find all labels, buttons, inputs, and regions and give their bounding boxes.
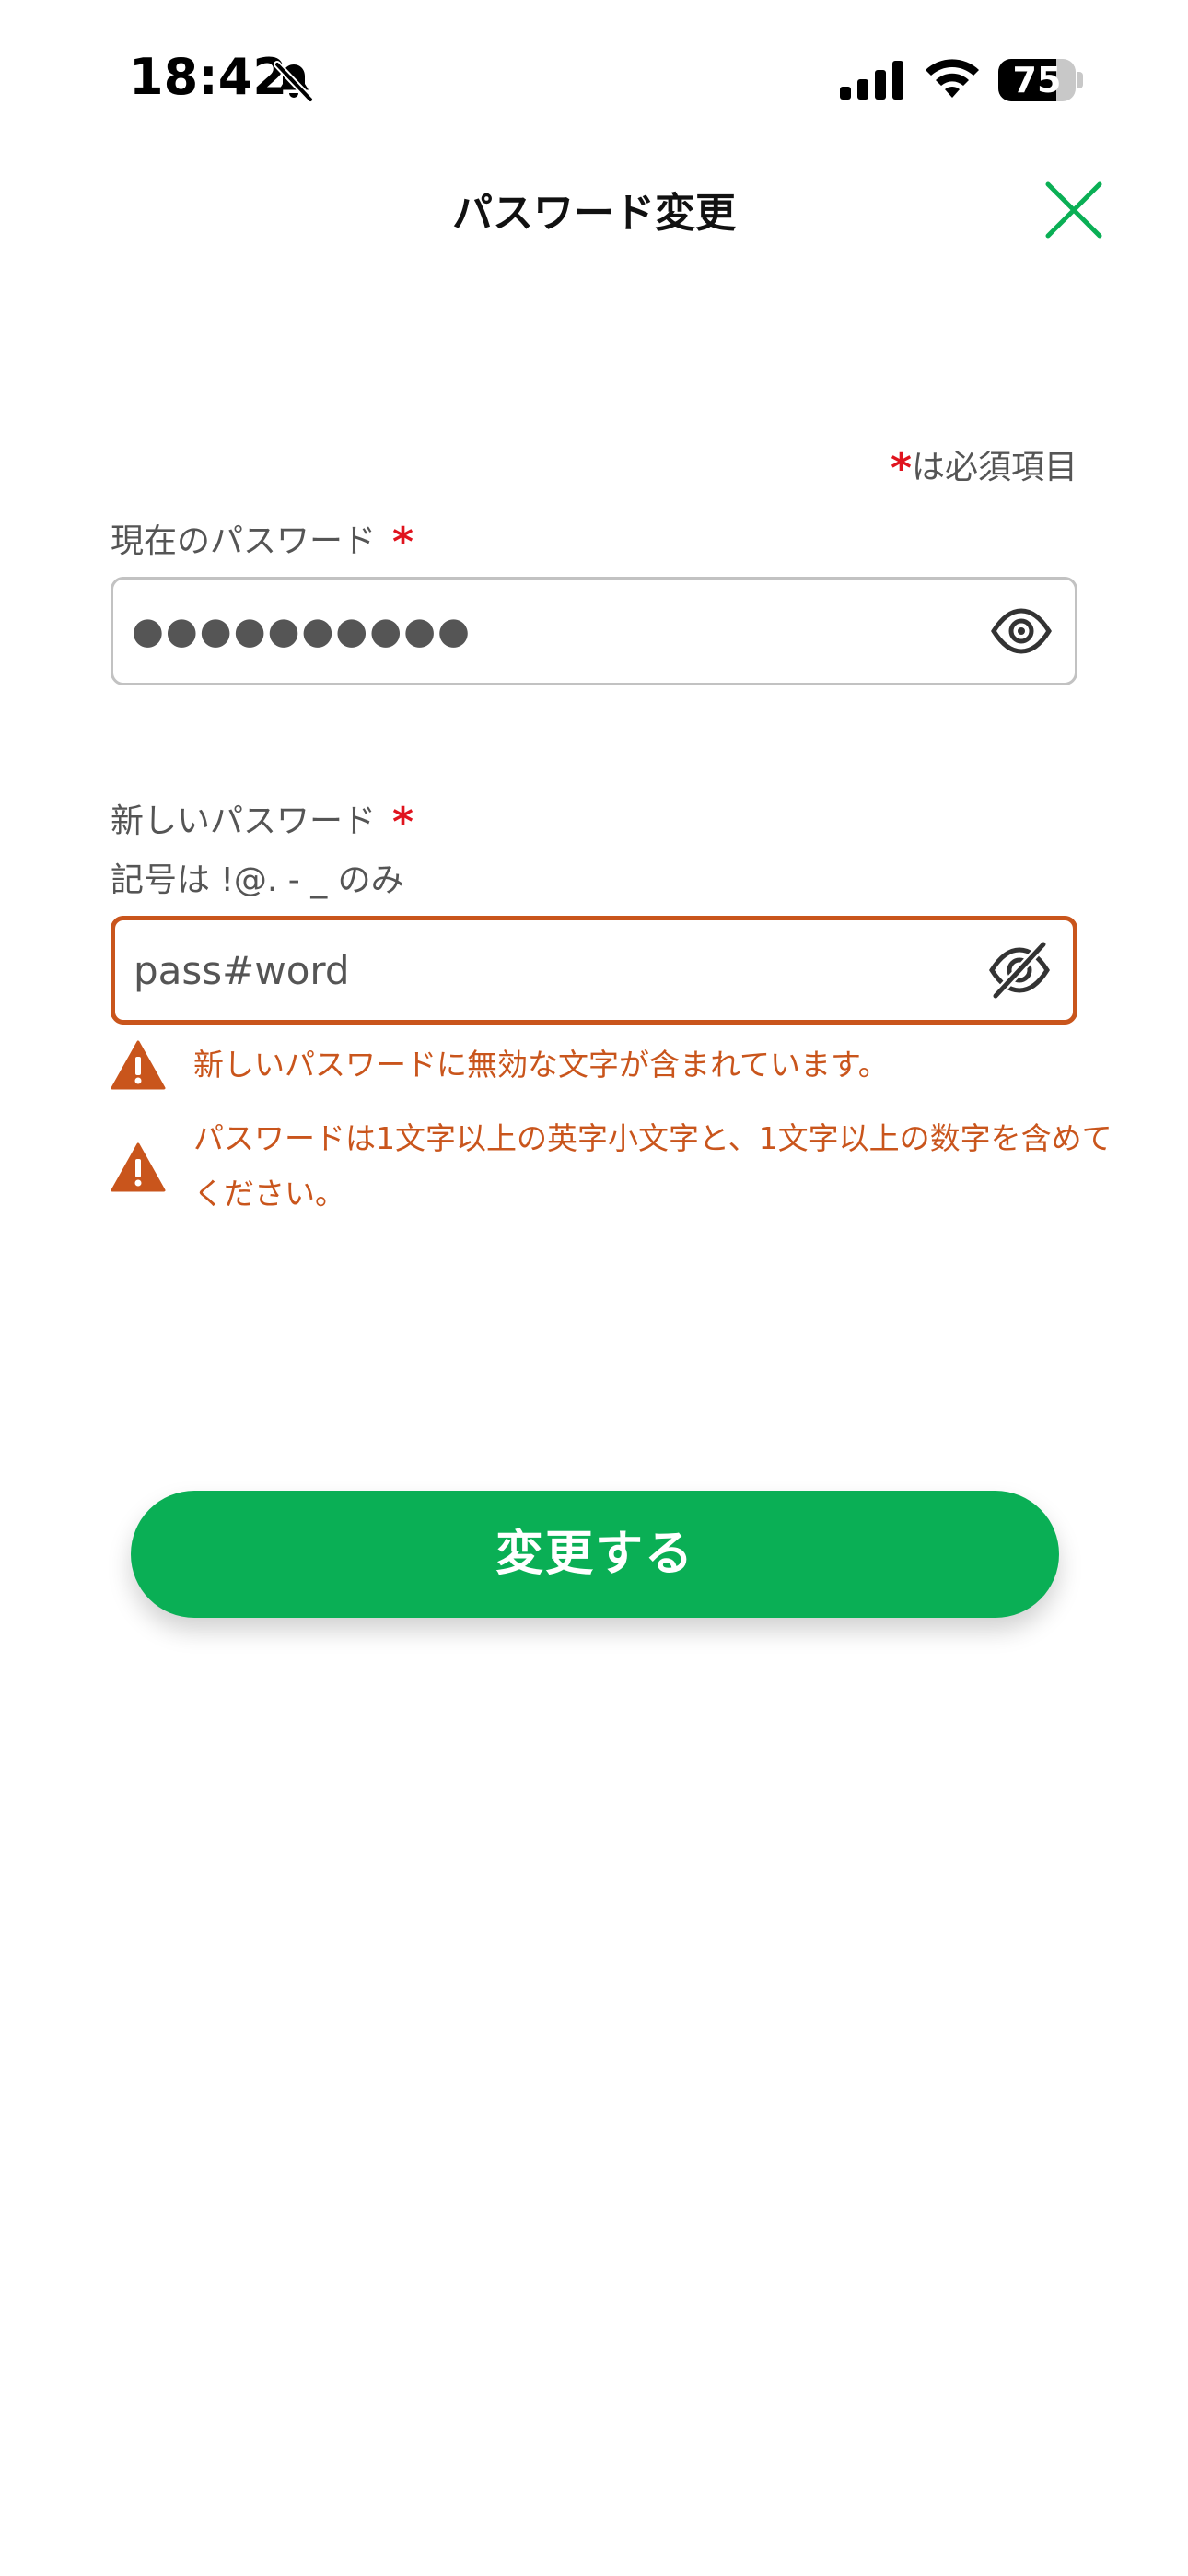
current-password-label-text: 現在のパスワード xyxy=(111,522,377,560)
submit-button[interactable]: 変更する xyxy=(131,1491,1059,1618)
status-bar: 18:42 75 xyxy=(0,0,1188,157)
warning-icon xyxy=(111,1040,166,1090)
battery-level: 75 xyxy=(1012,60,1062,100)
required-note: *は必須項目 xyxy=(891,440,1077,492)
close-icon[interactable] xyxy=(1039,175,1109,245)
new-password-label-text: 新しいパスワード xyxy=(111,802,377,840)
current-password-field[interactable]: ●●●●●●●●●● xyxy=(111,577,1077,685)
required-asterisk: * xyxy=(392,799,414,846)
new-password-label: 新しいパスワード * xyxy=(111,794,413,846)
battery-indicator: 75 xyxy=(998,59,1083,101)
new-password-value[interactable]: pass#word xyxy=(134,920,350,1020)
eye-slash-icon[interactable] xyxy=(986,937,1053,1003)
required-asterisk: * xyxy=(392,519,414,566)
status-time: 18:42 xyxy=(129,48,287,106)
current-password-value[interactable]: ●●●●●●●●●● xyxy=(132,580,472,683)
eye-icon[interactable] xyxy=(988,598,1054,664)
page-title: パスワード変更 xyxy=(452,190,736,237)
new-password-field[interactable]: pass#word xyxy=(111,916,1077,1025)
required-note-text: は必須項目 xyxy=(911,449,1077,486)
battery-body: 75 xyxy=(998,59,1076,101)
wifi-icon xyxy=(926,59,979,98)
bell-slash-icon xyxy=(274,61,314,103)
current-password-label: 現在のパスワード * xyxy=(111,514,413,566)
error-text: パスワードは1文字以上の英字小文字と、1文字以上の数字を含めてください。 xyxy=(193,1120,1112,1212)
new-password-hint: 記号は !@. - _ のみ xyxy=(111,861,404,899)
battery-tip xyxy=(1077,72,1083,88)
required-asterisk: * xyxy=(890,445,912,492)
cellular-signal-icon xyxy=(840,61,903,100)
error-text: 新しいパスワードに無効な文字が含まれています。 xyxy=(193,1047,889,1083)
warning-icon xyxy=(111,1142,166,1192)
